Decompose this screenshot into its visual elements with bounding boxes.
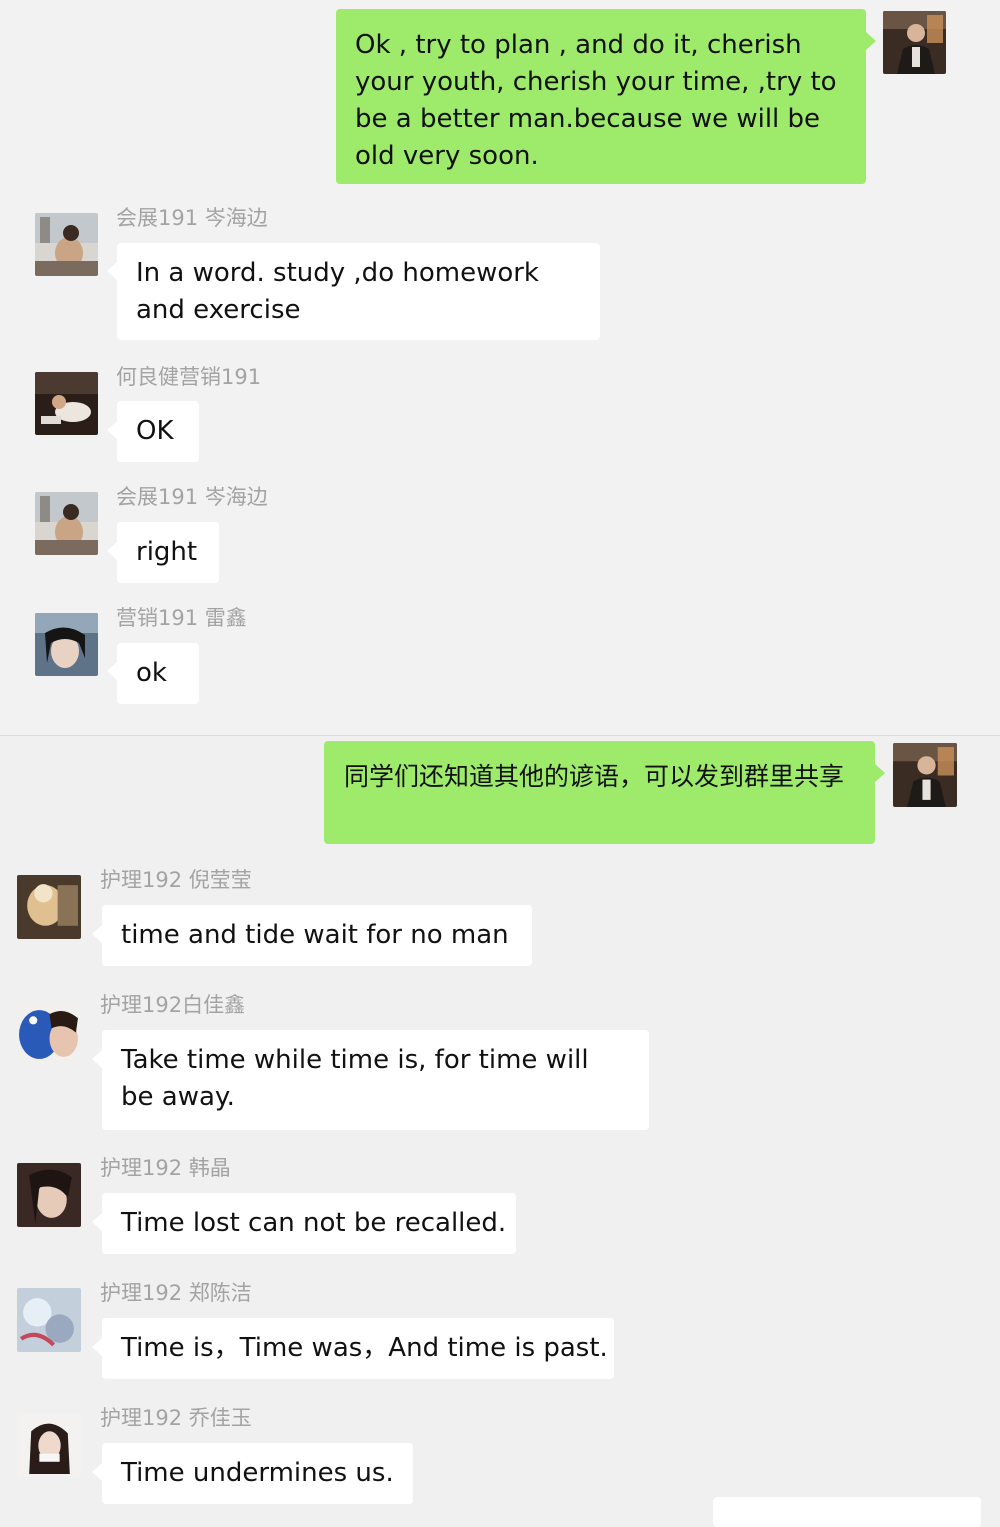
outgoing-message-bubble[interactable]: 同学们还知道其他的谚语，可以发到群里共享 [324, 741, 875, 844]
sender-name: 护理192 郑陈洁 [100, 1281, 252, 1305]
message-text: Take time while time is, for time will b… [121, 1045, 589, 1112]
sender-avatar[interactable] [17, 1288, 81, 1352]
bubble-tail [107, 542, 117, 560]
incoming-message-bubble[interactable]: Take time while time is, for time will b… [102, 1030, 649, 1130]
incoming-message-bubble[interactable]: time and tide wait for no man [102, 905, 532, 966]
sender-avatar[interactable] [17, 875, 81, 939]
sender-name: 护理192 韩晶 [100, 1156, 231, 1180]
sender-name: 营销191 雷鑫 [116, 606, 247, 630]
bubble-tail [92, 1463, 102, 1481]
incoming-message-bubble[interactable]: In a word. study ,do homework and exerci… [117, 243, 600, 340]
incoming-message-bubble[interactable]: ok [117, 643, 199, 704]
sender-name: 何良健营销191 [116, 365, 262, 389]
incoming-message-bubble[interactable]: Time lost can not be recalled. [102, 1193, 516, 1254]
message-text: ok [136, 658, 167, 688]
message-text: Time undermines us. [121, 1458, 394, 1488]
incoming-message-bubble[interactable]: right [117, 522, 219, 583]
message-text: In a word. study ,do homework and exerci… [136, 258, 539, 325]
bubble-tail [875, 764, 885, 782]
bubble-tail [107, 662, 117, 680]
own-avatar[interactable] [893, 743, 957, 807]
message-text: time and tide wait for no man [121, 920, 509, 950]
bubble-tail [92, 1050, 102, 1068]
sender-avatar[interactable] [35, 613, 98, 676]
chat-section-1: Ok , try to plan , and do it, cherish yo… [0, 0, 1000, 735]
bubble-tail [92, 1213, 102, 1231]
message-text: Time lost can not be recalled. [121, 1208, 507, 1238]
sender-name: 护理192 乔佳玉 [100, 1406, 252, 1430]
sender-avatar[interactable] [35, 213, 98, 276]
incoming-message-bubble[interactable]: Time is，Time was，And time is past. [102, 1318, 614, 1379]
bubble-tail [107, 421, 117, 439]
message-text: OK [136, 416, 174, 446]
bubble-tail [107, 262, 117, 280]
sender-avatar[interactable] [17, 1000, 81, 1064]
bubble-tail [866, 32, 876, 50]
sender-avatar[interactable] [35, 492, 98, 555]
chat-section-2: 同学们还知道其他的谚语，可以发到群里共享 护理192 倪莹莹 time and … [0, 736, 1000, 1527]
partial-message-bubble[interactable] [713, 1497, 981, 1527]
message-text: right [136, 537, 198, 567]
own-avatar[interactable] [883, 11, 946, 74]
sender-name: 护理192白佳鑫 [100, 993, 246, 1017]
bubble-tail [92, 1338, 102, 1356]
sender-name: 会展191 岑海边 [116, 206, 268, 230]
outgoing-message-bubble[interactable]: Ok , try to plan , and do it, cherish yo… [336, 9, 866, 184]
sender-avatar[interactable] [17, 1163, 81, 1227]
message-text: Time is，Time was，And time is past. [121, 1333, 608, 1363]
outgoing-message-text: Ok , try to plan , and do it, cherish yo… [355, 30, 837, 171]
incoming-message-bubble[interactable]: Time undermines us. [102, 1443, 413, 1504]
incoming-message-bubble[interactable]: OK [117, 401, 199, 462]
sender-avatar[interactable] [35, 372, 98, 435]
bubble-tail [92, 925, 102, 943]
sender-name: 会展191 岑海边 [116, 485, 268, 509]
sender-avatar[interactable] [17, 1413, 81, 1477]
sender-name: 护理192 倪莹莹 [100, 868, 252, 892]
outgoing-message-text: 同学们还知道其他的谚语，可以发到群里共享 [344, 762, 845, 791]
